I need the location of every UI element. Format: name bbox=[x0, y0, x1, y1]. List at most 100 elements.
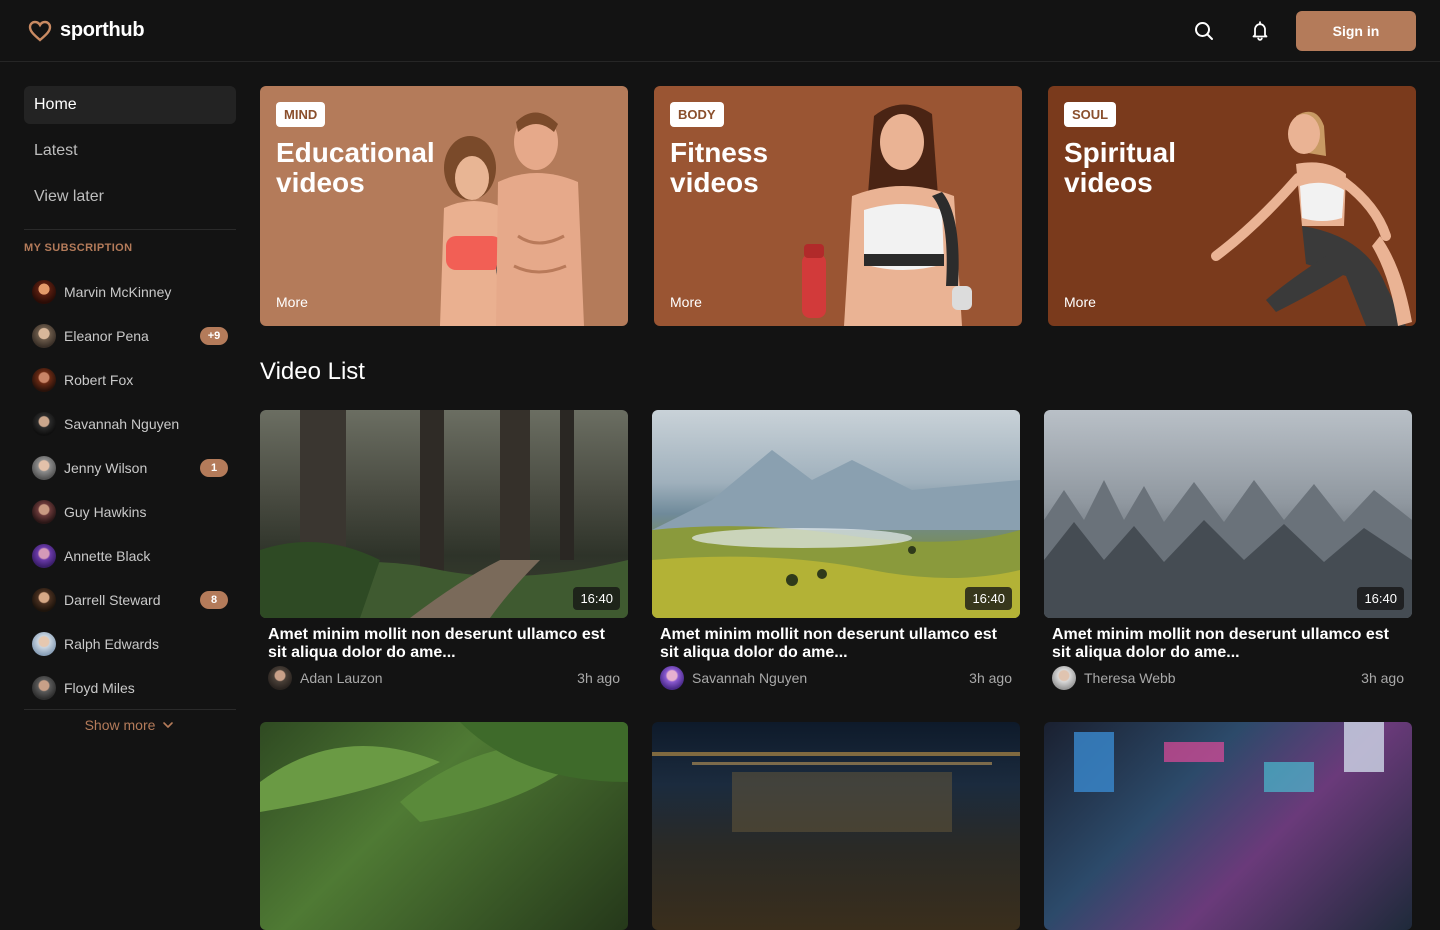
nav-latest[interactable]: Latest bbox=[24, 132, 236, 170]
subscription-item[interactable]: Ralph Edwards bbox=[24, 622, 236, 666]
subscription-name: Ralph Edwards bbox=[64, 636, 159, 652]
video-time: 3h ago bbox=[969, 670, 1012, 686]
subscription-item[interactable]: Darrell Steward 8 bbox=[24, 578, 236, 622]
banner-title: Fitness videos bbox=[670, 138, 850, 198]
show-more-button[interactable]: Show more bbox=[24, 709, 236, 739]
couple-fitness-illustration bbox=[440, 112, 584, 326]
author-avatar[interactable] bbox=[660, 666, 684, 690]
mountain-valley-image bbox=[652, 450, 1020, 618]
banner-title-line: Educational bbox=[276, 137, 435, 168]
subscription-item[interactable]: Floyd Miles bbox=[24, 666, 236, 710]
video-card[interactable] bbox=[652, 722, 1020, 930]
banner-tag: BODY bbox=[670, 102, 724, 127]
banner-more-link[interactable]: More bbox=[276, 294, 308, 310]
notifications-button[interactable] bbox=[1240, 11, 1280, 51]
nav-label: Home bbox=[34, 96, 77, 113]
video-title[interactable]: Amet minim mollit non deserunt ullamco e… bbox=[660, 626, 1012, 662]
sidebar-divider bbox=[24, 229, 236, 230]
subscription-item[interactable]: Savannah Nguyen bbox=[24, 402, 236, 446]
avatar bbox=[32, 544, 56, 568]
video-meta: Savannah Nguyen 3h ago bbox=[652, 666, 1020, 690]
video-title[interactable]: Amet minim mollit non deserunt ullamco e… bbox=[268, 626, 620, 662]
banner-body[interactable]: BODY Fitness videos More bbox=[654, 86, 1022, 326]
show-more-label: Show more bbox=[84, 716, 156, 733]
subscription-name: Floyd Miles bbox=[64, 680, 135, 696]
author-avatar[interactable] bbox=[268, 666, 292, 690]
avatar bbox=[32, 500, 56, 524]
video-author[interactable]: Savannah Nguyen bbox=[692, 670, 969, 686]
video-thumbnail[interactable] bbox=[652, 722, 1020, 930]
avatar bbox=[32, 676, 56, 700]
times-square-image bbox=[1074, 722, 1384, 792]
banner-title-line: Fitness bbox=[670, 137, 769, 168]
video-card[interactable] bbox=[1044, 722, 1412, 930]
subscription-item[interactable]: Jenny Wilson 1 bbox=[24, 446, 236, 490]
bell-icon bbox=[1252, 21, 1268, 41]
video-title[interactable]: Amet minim mollit non deserunt ullamco e… bbox=[1052, 626, 1404, 662]
banner-title-line: videos bbox=[670, 167, 759, 198]
banner-title-line: videos bbox=[276, 167, 365, 198]
video-duration: 16:40 bbox=[1357, 587, 1404, 610]
video-time: 3h ago bbox=[577, 670, 620, 686]
nav-label: View later bbox=[34, 188, 104, 205]
logo[interactable]: sporthub bbox=[28, 19, 145, 42]
subscription-name: Robert Fox bbox=[64, 372, 134, 388]
forest-path-image bbox=[260, 410, 628, 618]
top-bar: sporthub Sign in bbox=[0, 0, 1440, 62]
sign-in-button[interactable]: Sign in bbox=[1296, 11, 1416, 51]
video-duration: 16:40 bbox=[573, 587, 620, 610]
video-thumbnail[interactable] bbox=[1044, 722, 1412, 930]
fitness-woman-illustration bbox=[802, 104, 972, 326]
city-night-image bbox=[652, 752, 1020, 832]
subscription-name: Annette Black bbox=[64, 548, 151, 564]
video-thumbnail[interactable]: 16:40 bbox=[652, 410, 1020, 618]
video-card[interactable]: 16:40 Amet minim mollit non deserunt ull… bbox=[260, 410, 628, 690]
subscription-name: Marvin McKinney bbox=[64, 284, 172, 300]
nav-label: Latest bbox=[34, 142, 78, 159]
notification-badge: 8 bbox=[200, 591, 228, 609]
subscription-name: Guy Hawkins bbox=[64, 504, 147, 520]
notification-badge: 1 bbox=[200, 459, 228, 477]
video-grid: 16:40 Amet minim mollit non deserunt ull… bbox=[260, 410, 1412, 930]
video-card[interactable] bbox=[260, 722, 628, 930]
subscription-name: Darrell Steward bbox=[64, 592, 161, 608]
video-meta: Theresa Webb 3h ago bbox=[1044, 666, 1412, 690]
banner-more-link[interactable]: More bbox=[1064, 294, 1096, 310]
banner-more-link[interactable]: More bbox=[670, 294, 702, 310]
avatar bbox=[32, 324, 56, 348]
nav-home[interactable]: Home bbox=[24, 86, 236, 124]
banner-soul[interactable]: SOUL Spiritual videos More bbox=[1048, 86, 1416, 326]
sidebar: Home Latest View later MY SUBSCRIPTION M… bbox=[24, 86, 236, 739]
yoga-woman-illustration bbox=[1211, 111, 1412, 326]
subscription-item[interactable]: Robert Fox bbox=[24, 358, 236, 402]
avatar bbox=[32, 412, 56, 436]
subscription-item[interactable]: Guy Hawkins bbox=[24, 490, 236, 534]
avatar bbox=[32, 368, 56, 392]
subscription-name: Eleanor Pena bbox=[64, 328, 149, 344]
video-card[interactable]: 16:40 Amet minim mollit non deserunt ull… bbox=[652, 410, 1020, 690]
video-card[interactable]: 16:40 Amet minim mollit non deserunt ull… bbox=[1044, 410, 1412, 690]
subscription-item[interactable]: Annette Black bbox=[24, 534, 236, 578]
video-thumbnail[interactable]: 16:40 bbox=[260, 410, 628, 618]
subscription-heading: MY SUBSCRIPTION bbox=[24, 242, 133, 254]
author-avatar[interactable] bbox=[1052, 666, 1076, 690]
nav-view-later[interactable]: View later bbox=[24, 178, 236, 216]
banner-mind[interactable]: MIND Educational videos More bbox=[260, 86, 628, 326]
banner-tag: SOUL bbox=[1064, 102, 1117, 127]
foggy-forest-image bbox=[1044, 480, 1412, 618]
banner-title: Spiritual videos bbox=[1064, 138, 1244, 198]
subscription-item[interactable]: Eleanor Pena +9 bbox=[24, 314, 236, 358]
heart-logo-icon bbox=[28, 20, 52, 42]
banner-tag: MIND bbox=[276, 102, 326, 127]
subscription-name: Jenny Wilson bbox=[64, 460, 148, 476]
avatar bbox=[32, 632, 56, 656]
video-meta: Adan Lauzon 3h ago bbox=[260, 666, 628, 690]
video-thumbnail[interactable]: 16:40 bbox=[1044, 410, 1412, 618]
avatar bbox=[32, 280, 56, 304]
video-author[interactable]: Adan Lauzon bbox=[300, 670, 577, 686]
video-time: 3h ago bbox=[1361, 670, 1404, 686]
subscription-item[interactable]: Marvin McKinney bbox=[24, 270, 236, 314]
video-thumbnail[interactable] bbox=[260, 722, 628, 930]
search-button[interactable] bbox=[1184, 11, 1224, 51]
video-author[interactable]: Theresa Webb bbox=[1084, 670, 1361, 686]
